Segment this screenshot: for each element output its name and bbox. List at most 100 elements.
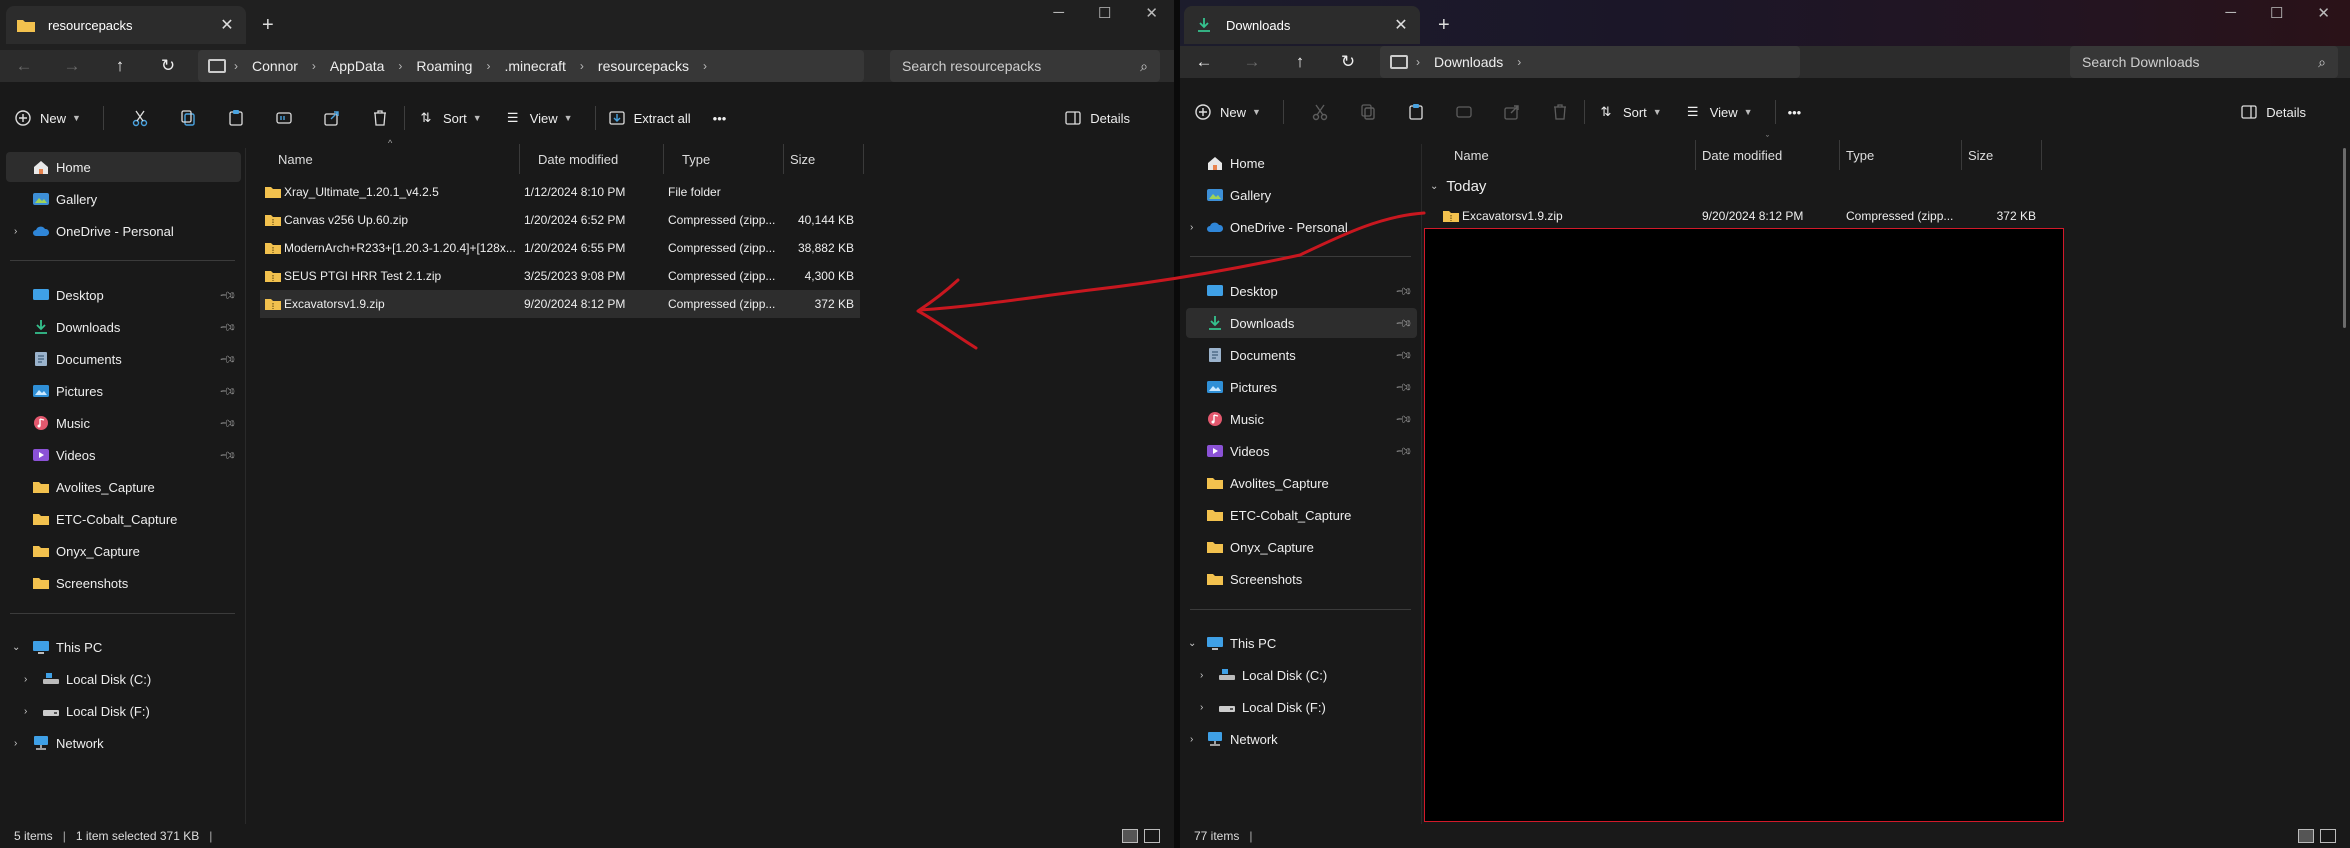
sidebar-item-this-pc[interactable]: ⌄ This PC [1186,628,1417,658]
minimize-icon[interactable]: ─ [1053,4,1064,22]
sidebar-item-local-disk-c[interactable]: › Local Disk (C:) [1186,660,1417,690]
chevron-right-icon[interactable]: › [14,738,17,749]
sidebar-item-onedrive[interactable]: › OneDrive - Personal [6,216,241,246]
sidebar-item-onedrive[interactable]: › OneDrive - Personal [1186,212,1417,242]
sidebar-item-documents[interactable]: Documents 📌︎ [1186,340,1417,370]
group-header-today[interactable]: ⌄ Today [1430,172,1486,200]
sidebar-item-videos[interactable]: Videos 📌︎ [1186,436,1417,466]
sidebar-item-desktop[interactable]: Desktop 📌︎ [6,280,241,310]
scrollbar-thumb[interactable] [2343,148,2346,328]
column-header-type[interactable]: Type [1840,140,1962,170]
breadcrumb-resourcepacks[interactable]: resourcepacks [598,58,689,74]
sidebar-item-downloads[interactable]: Downloads 📌︎ [1186,308,1417,338]
breadcrumb-connor[interactable]: Connor [252,58,298,74]
chevron-right-icon[interactable]: › [1190,222,1193,233]
sidebar-item-local-disk-f[interactable]: › Local Disk (F:) [1186,692,1417,722]
table-row[interactable]: SEUS PTGI HRR Test 2.1.zip 3/25/2023 9:08… [260,262,860,290]
sidebar-item-etc-cobalt[interactable]: ETC-Cobalt_Capture [6,504,241,534]
sidebar-item-network[interactable]: › Network [1186,724,1417,754]
sidebar-item-gallery[interactable]: Gallery [6,184,241,214]
details-button[interactable]: Details [1064,109,1130,127]
sidebar-item-documents[interactable]: Documents 📌︎ [6,344,241,374]
chevron-right-icon[interactable]: › [1190,734,1193,745]
column-header-size[interactable]: Size [1962,140,2042,170]
share-icon[interactable] [308,109,356,127]
sidebar-item-onyx[interactable]: Onyx_Capture [1186,532,1417,562]
chevron-right-icon[interactable]: › [24,674,27,685]
sidebar-item-screenshots[interactable]: Screenshots [1186,564,1417,594]
close-tab-icon[interactable]: ✕ [1392,15,1410,35]
close-window-icon[interactable]: ✕ [2317,4,2330,22]
refresh-icon[interactable]: ↻ [1324,52,1372,72]
sort-button[interactable]: ⇅ Sort ▼ [417,109,481,127]
column-header-name[interactable]: Name ^ [260,138,520,174]
tiles-view-icon[interactable] [1144,829,1160,843]
sidebar-item-desktop[interactable]: Desktop 📌︎ [1186,276,1417,306]
view-button[interactable]: ☰ View ▼ [504,109,573,127]
sidebar-item-avolites[interactable]: Avolites_Capture [1186,468,1417,498]
close-window-icon[interactable]: ✕ [1145,4,1158,22]
column-header-size[interactable]: Size [784,144,864,174]
tiles-view-icon[interactable] [2320,829,2336,843]
sidebar-item-home[interactable]: Home [1186,148,1417,178]
share-icon[interactable] [1488,103,1536,121]
up-arrow-icon[interactable]: ↑ [1276,52,1324,72]
sidebar-item-avolites[interactable]: Avolites_Capture [6,472,241,502]
chevron-right-icon[interactable]: › [1200,702,1203,713]
sidebar-item-music[interactable]: Music 📌︎ [1186,404,1417,434]
copy-icon[interactable] [1344,103,1392,121]
breadcrumb-downloads[interactable]: Downloads [1434,54,1503,70]
sidebar-item-home[interactable]: Home [6,152,241,182]
new-button[interactable]: New ▼ [1194,103,1261,121]
view-button[interactable]: ☰ View ▼ [1684,103,1753,121]
breadcrumb-appdata[interactable]: AppData [330,58,384,74]
cut-icon[interactable] [116,109,164,127]
rename-icon[interactable] [260,109,308,127]
column-header-type[interactable]: Type [664,144,784,174]
more-options-button[interactable]: ••• [1788,105,1802,120]
copy-icon[interactable] [164,109,212,127]
sidebar-item-local-disk-c[interactable]: › Local Disk (C:) [6,664,241,694]
column-header-date[interactable]: Date modified [520,144,664,174]
new-tab-button[interactable]: + [262,14,274,37]
paste-icon[interactable] [1392,103,1440,121]
maximize-icon[interactable]: ☐ [1098,4,1111,22]
table-row[interactable]: Excavatorsv1.9.zip 9/20/2024 8:12 PM Compr… [1424,202,2044,230]
more-options-button[interactable]: ••• [713,111,727,126]
chevron-right-icon[interactable]: › [24,706,27,717]
address-bar[interactable]: › Connor › AppData › Roaming › .minecraf… [198,50,864,82]
minimize-icon[interactable]: ─ [2225,4,2236,22]
extract-all-button[interactable]: Extract all [608,109,691,127]
maximize-icon[interactable]: ☐ [2270,4,2283,22]
forward-arrow-icon[interactable]: → [48,56,96,76]
up-arrow-icon[interactable]: ↑ [96,56,144,76]
sidebar-item-gallery[interactable]: Gallery [1186,180,1417,210]
delete-icon[interactable] [356,109,404,127]
table-row[interactable]: Canvas v256 Up.60.zip 1/20/2024 6:52 PM Co… [260,206,860,234]
new-button[interactable]: New ▼ [14,109,81,127]
breadcrumb-roaming[interactable]: Roaming [416,58,472,74]
table-row[interactable]: Excavatorsv1.9.zip 9/20/2024 8:12 PM Compr… [260,290,860,318]
breadcrumb-minecraft[interactable]: .minecraft [504,58,565,74]
details-view-icon[interactable] [2298,829,2314,843]
sidebar-item-this-pc[interactable]: ⌄ This PC [6,632,241,662]
search-input[interactable]: Search resourcepacks ⌕ [890,50,1160,82]
back-arrow-icon[interactable]: ← [0,56,48,76]
sidebar-item-pictures[interactable]: Pictures 📌︎ [1186,372,1417,402]
details-view-icon[interactable] [1122,829,1138,843]
sidebar-item-etc-cobalt[interactable]: ETC-Cobalt_Capture [1186,500,1417,530]
column-header-name[interactable]: Name [1424,140,1696,170]
chevron-down-icon[interactable]: ⌄ [12,642,20,653]
details-button[interactable]: Details [2240,103,2306,121]
sidebar-item-local-disk-f[interactable]: › Local Disk (F:) [6,696,241,726]
rename-icon[interactable] [1440,103,1488,121]
sidebar-item-screenshots[interactable]: Screenshots [6,568,241,598]
sidebar-item-downloads[interactable]: Downloads 📌︎ [6,312,241,342]
tab-resourcepacks[interactable]: resourcepacks ✕ [6,6,246,44]
back-arrow-icon[interactable]: ← [1180,52,1228,72]
close-tab-icon[interactable]: ✕ [218,15,236,35]
sidebar-item-onyx[interactable]: Onyx_Capture [6,536,241,566]
cut-icon[interactable] [1296,103,1344,121]
sidebar-item-network[interactable]: › Network [6,728,241,758]
chevron-right-icon[interactable]: › [1200,670,1203,681]
